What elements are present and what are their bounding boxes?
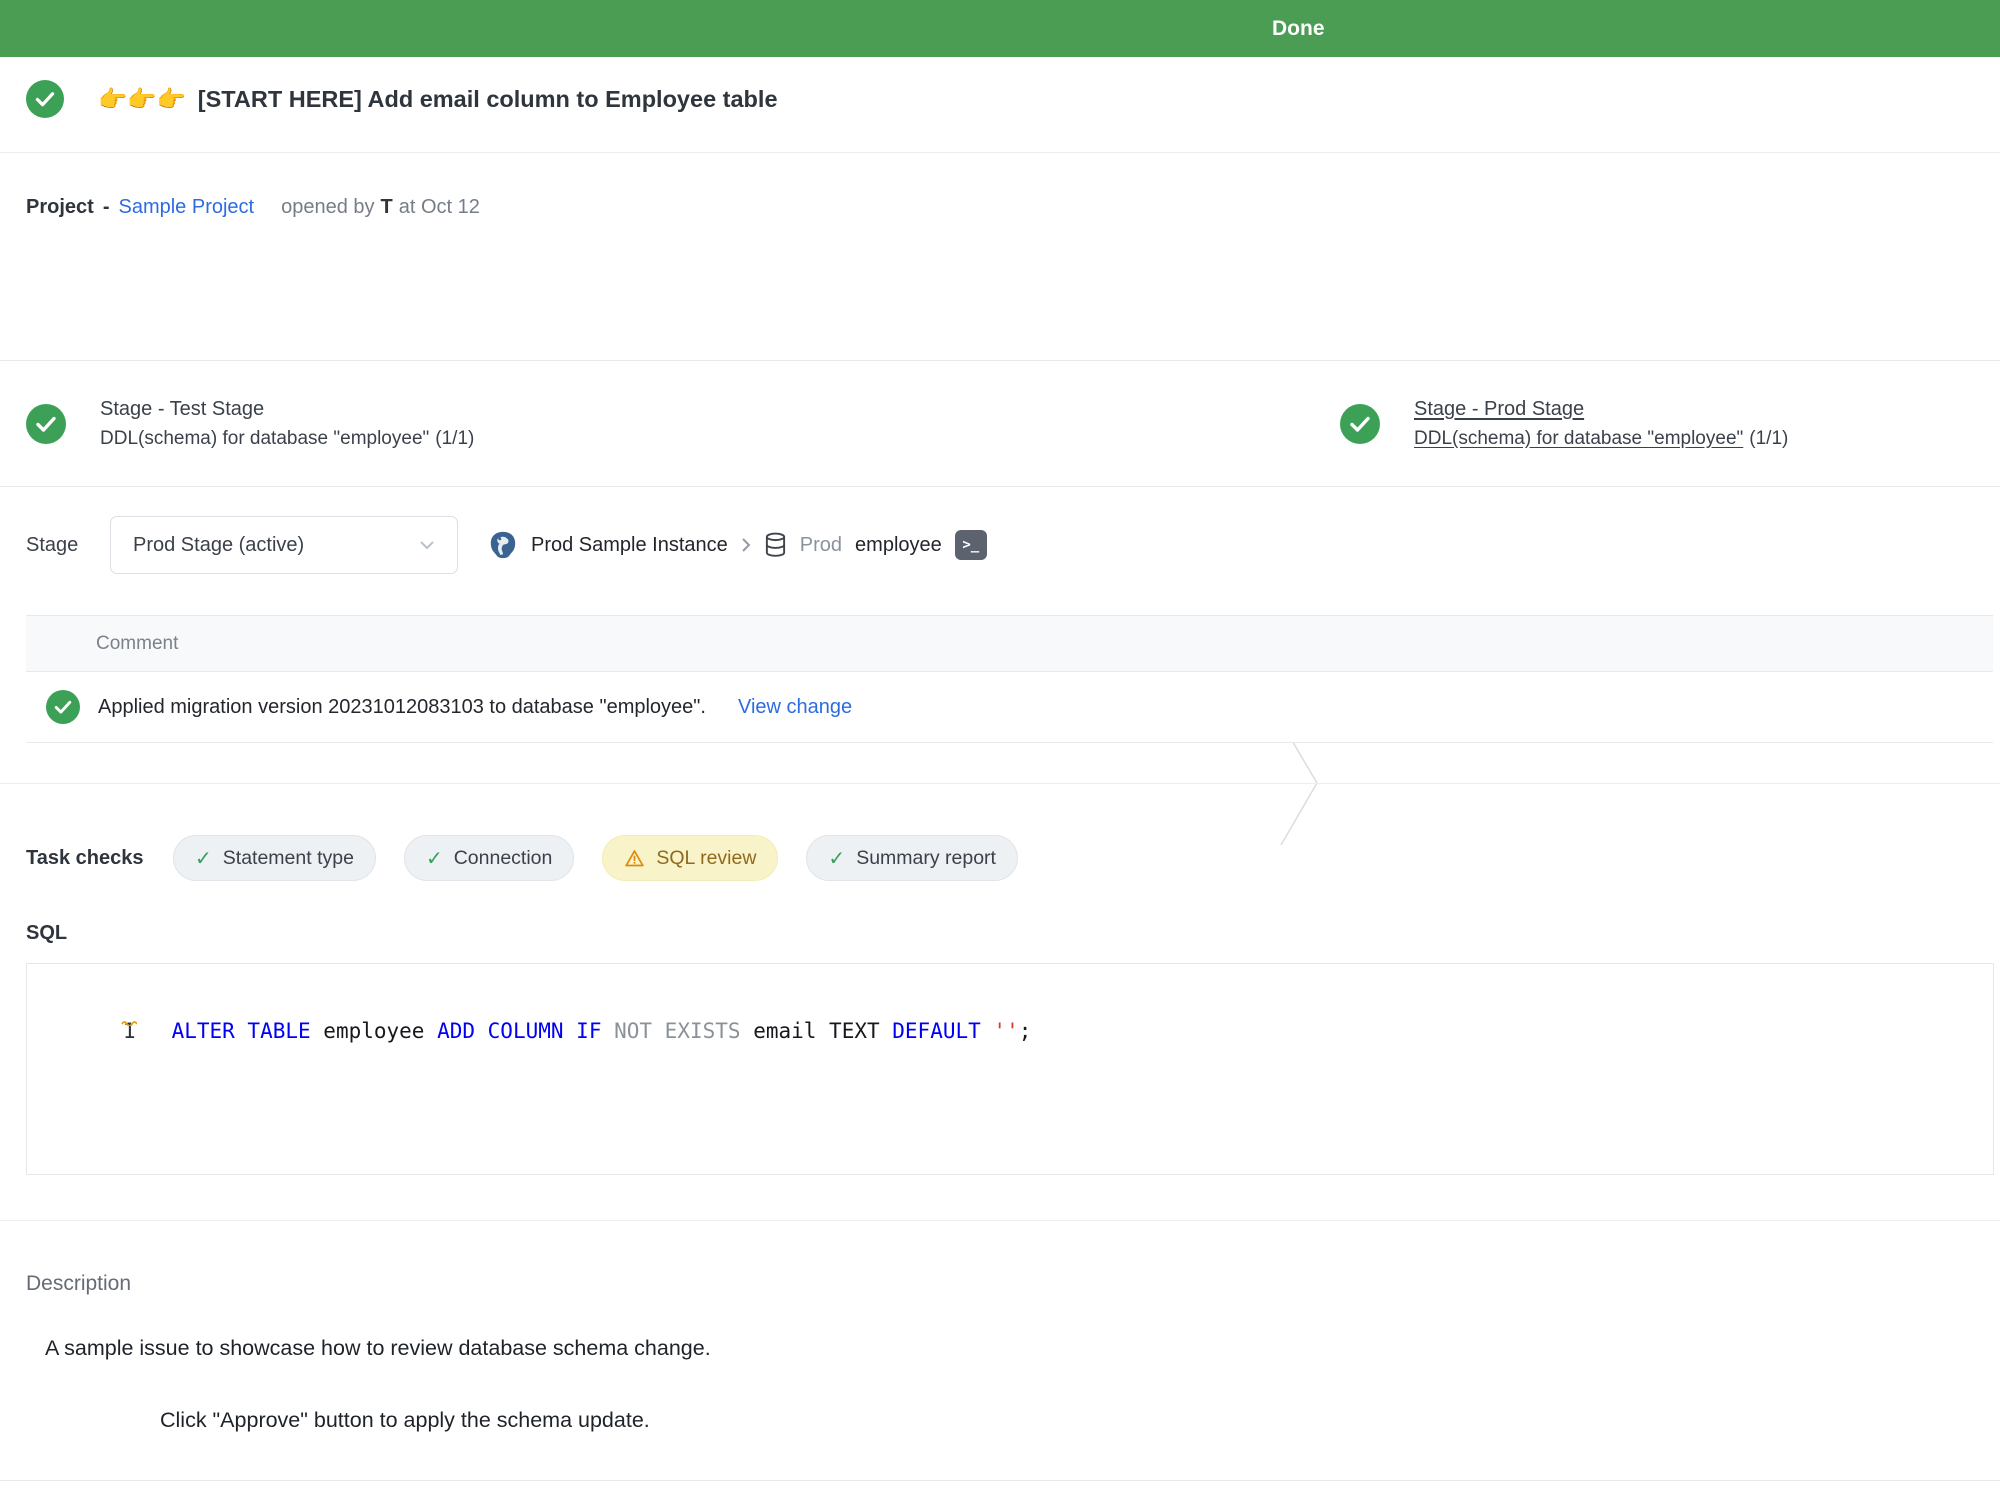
check-badge-summary-report[interactable]: ✓ Summary report xyxy=(806,835,1018,881)
status-banner: Done xyxy=(0,0,2000,57)
divider xyxy=(0,1220,2000,1221)
view-change-link[interactable]: View change xyxy=(738,696,852,719)
page-title-text: [START HERE] Add email column to Employe… xyxy=(198,86,778,113)
sql-editor[interactable]: 1ALTER TABLE employee ADD COLUMN IF NOT … xyxy=(26,963,1994,1175)
project-link[interactable]: Sample Project xyxy=(118,196,254,219)
project-label: Project xyxy=(26,196,94,219)
stage-done-check-icon xyxy=(1340,404,1380,444)
check-icon: ✓ xyxy=(426,846,443,871)
sql-code-line: 1ALTER TABLE employee ADD COLUMN IF NOT … xyxy=(27,986,1031,1076)
issue-status-label: Done xyxy=(1272,0,1325,57)
warning-squiggle-icon xyxy=(121,1019,137,1026)
chevron-right-icon xyxy=(741,537,751,553)
project-row: Project - Sample Project opened by T at … xyxy=(26,196,480,219)
comment-success-check-icon xyxy=(46,690,80,724)
description-label: Description xyxy=(26,1272,131,1296)
check-icon: ✓ xyxy=(828,846,845,871)
description-paragraph: A sample issue to showcase how to review… xyxy=(45,1336,711,1361)
stage-prod-stage[interactable]: Stage - Prod Stage DDL(schema) for datab… xyxy=(1340,361,1788,486)
stage-selector-row: Stage Prod Stage (active) Prod Sample In… xyxy=(26,515,987,575)
check-badge-connection[interactable]: ✓ Connection xyxy=(404,835,574,881)
page-title: 👉👉👉 [START HERE] Add email column to Emp… xyxy=(98,85,778,113)
environment-label: Prod xyxy=(800,534,842,557)
stage-title-link[interactable]: Stage - Prod Stage xyxy=(1414,398,1788,421)
divider xyxy=(0,1480,2000,1481)
issue-done-check-icon xyxy=(26,80,64,118)
sql-statement: ALTER TABLE employee ADD COLUMN IF NOT E… xyxy=(172,1019,1032,1043)
comment-column-header: Comment xyxy=(96,633,178,655)
stage-dropdown[interactable]: Prod Stage (active) xyxy=(110,516,458,574)
opened-by-user: T xyxy=(381,196,393,219)
divider xyxy=(0,783,2000,784)
opened-by-prefix: opened by xyxy=(281,196,374,219)
stage-test-stage[interactable]: Stage - Test Stage DDL(schema) for datab… xyxy=(26,361,474,486)
terminal-icon: >_ xyxy=(962,537,979,553)
stage-dropdown-value: Prod Stage (active) xyxy=(133,534,304,557)
comment-row: Applied migration version 20231012083103… xyxy=(26,672,1993,742)
opened-by: opened by T at Oct 12 xyxy=(281,196,480,219)
stage-task-count: (1/1) xyxy=(1749,428,1788,449)
instance-link[interactable]: Prod Sample Instance xyxy=(531,534,728,557)
pointing-emoji: 👉👉👉 xyxy=(98,85,186,113)
database-link[interactable]: employee xyxy=(855,534,942,557)
stage-task-count: (1/1) xyxy=(435,428,474,449)
database-icon xyxy=(764,532,787,558)
task-checks-row: Task checks ✓ Statement type ✓ Connectio… xyxy=(26,835,1046,881)
postgresql-icon xyxy=(488,530,518,560)
stage-subtitle: DDL(schema) for database "employee"(1/1) xyxy=(100,428,474,450)
stage-selector-label: Stage xyxy=(26,534,110,557)
stage-subtitle-link[interactable]: DDL(schema) for database "employee"(1/1) xyxy=(1414,428,1788,450)
comment-text: Applied migration version 20231012083103… xyxy=(98,696,706,719)
comment-table: Comment Applied migration version 202310… xyxy=(26,615,1993,743)
task-checks-label: Task checks xyxy=(26,847,173,870)
sql-section-label: SQL xyxy=(26,922,67,945)
check-badge-sql-review[interactable]: SQL review xyxy=(602,835,778,881)
comment-table-header: Comment xyxy=(26,616,1993,672)
check-icon: ✓ xyxy=(195,846,212,871)
stage-text: Stage - Prod Stage DDL(schema) for datab… xyxy=(1414,398,1788,450)
stage-text: Stage - Test Stage DDL(schema) for datab… xyxy=(100,398,474,450)
divider xyxy=(0,152,2000,153)
issue-title-row: 👉👉👉 [START HERE] Add email column to Emp… xyxy=(26,80,778,118)
warning-triangle-icon xyxy=(624,848,645,869)
opened-at: at Oct 12 xyxy=(399,196,480,219)
stage-title: Stage - Test Stage xyxy=(100,398,474,421)
chevron-down-icon xyxy=(419,540,435,550)
check-badge-statement-type[interactable]: ✓ Statement type xyxy=(173,835,376,881)
database-breadcrumb: Prod Sample Instance Prod employee >_ xyxy=(488,530,987,560)
stage-pipeline: Stage - Test Stage DDL(schema) for datab… xyxy=(0,360,2000,487)
description-paragraph: Click "Approve" button to apply the sche… xyxy=(160,1408,650,1433)
stage-done-check-icon xyxy=(26,404,66,444)
project-separator: - xyxy=(103,196,110,219)
sql-editor-button[interactable]: >_ xyxy=(955,530,987,560)
